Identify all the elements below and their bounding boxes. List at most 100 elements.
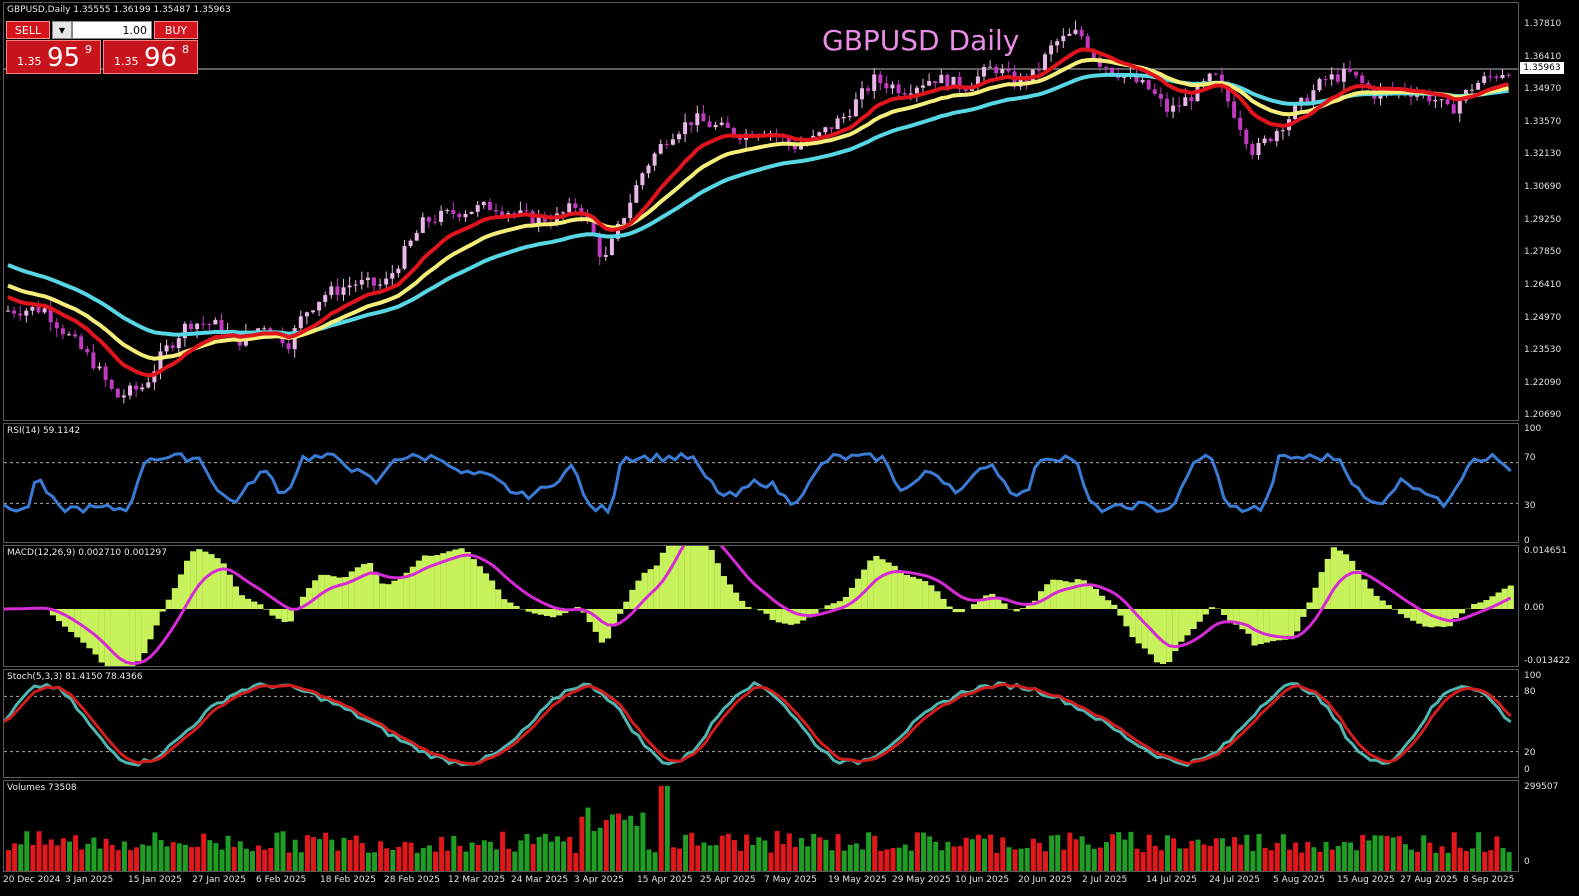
volume-bar [170, 842, 176, 871]
volume-bar [890, 848, 896, 871]
volume-bar [85, 843, 91, 871]
volume-bar [823, 839, 829, 871]
volume-bar [512, 851, 518, 871]
macd-histogram-bar [1361, 579, 1368, 609]
volume-chart [6, 786, 1512, 871]
volume-bar [237, 841, 243, 871]
macd-histogram-bar [1410, 609, 1417, 621]
volume-bar [1219, 838, 1225, 871]
candle-body [1152, 89, 1157, 94]
volume-bar [164, 846, 170, 871]
lot-size-input[interactable]: 1.00 [72, 21, 152, 39]
macd-histogram-bar [537, 609, 544, 615]
candle-body [1457, 100, 1462, 114]
candle-body [109, 379, 114, 389]
volume-bar [603, 820, 609, 871]
candle-body [652, 153, 657, 166]
candle-body [1250, 144, 1255, 156]
volume-bar [1415, 851, 1421, 871]
candle-body [1354, 71, 1359, 76]
volume-bar [414, 852, 420, 871]
macd-histogram-bar [165, 599, 172, 609]
rsi-pane[interactable]: RSI(14) 59.1142 [3, 423, 1519, 543]
buy-price-button[interactable]: 1.35 96 8 [103, 40, 198, 74]
date-tick: 15 Apr 2025 [637, 875, 693, 885]
volume-bar [762, 840, 768, 871]
macd-histogram-bar [135, 609, 142, 662]
candle-body [1158, 93, 1163, 99]
sell-price-button[interactable]: 1.35 95 9 [6, 40, 101, 74]
candle-body [646, 165, 651, 174]
price-pane[interactable]: GBPUSD,Daily 1.35555 1.36199 1.35487 1.3… [3, 2, 1519, 421]
stoch-axis-tick: 80 [1524, 687, 1536, 697]
candle-body [1335, 74, 1340, 82]
macd-pane[interactable]: MACD(12,26,9) 0.002710 0.001297 [3, 545, 1519, 667]
volume-pane[interactable]: Volumes 73508 [3, 780, 1519, 872]
volume-bar [1409, 849, 1414, 871]
candle-body [640, 173, 645, 186]
macd-histogram-bar [1190, 609, 1197, 629]
volume-bar [390, 849, 396, 871]
volume-bar [1250, 850, 1256, 871]
volume-bar [1494, 836, 1500, 871]
candle-body [1079, 29, 1084, 37]
macd-histogram-bar [171, 588, 178, 609]
price-axis-tick: 1.24970 [1524, 313, 1562, 323]
date-tick: 14 Jul 2025 [1146, 875, 1197, 885]
volume-bar [12, 843, 18, 871]
candle-body [365, 277, 370, 280]
volume-bar [701, 842, 707, 871]
macd-histogram-bar [592, 609, 599, 632]
candle-body [866, 88, 871, 91]
volume-bar [1049, 835, 1055, 871]
volume-bar [1171, 838, 1177, 871]
date-tick: 2 Jul 2025 [1082, 875, 1128, 885]
volume-bar [1110, 834, 1116, 871]
lot-dropdown-button[interactable]: ▼ [52, 21, 72, 39]
volume-bar [1238, 844, 1244, 871]
macd-histogram-bar [617, 609, 624, 614]
volume-bar [561, 841, 567, 871]
volume-bar [1073, 839, 1079, 871]
macd-histogram-bar [489, 580, 496, 609]
macd-histogram-bar [373, 573, 380, 609]
macd-histogram-bar [312, 580, 319, 609]
candle-body [567, 203, 572, 213]
date-tick: 24 Mar 2025 [511, 875, 569, 885]
candle-body [384, 278, 389, 285]
candle-body [445, 210, 450, 212]
volume-bar [1305, 842, 1311, 871]
macd-histogram-bar [1160, 609, 1167, 664]
macd-histogram-bar [952, 609, 959, 613]
sell-button[interactable]: SELL [6, 21, 50, 39]
candle-body [1244, 129, 1249, 145]
macd-histogram-bar [1367, 588, 1374, 609]
volume-bar [487, 841, 493, 871]
volume-bar [1287, 849, 1292, 871]
candle-body [457, 213, 462, 218]
candle-body [176, 338, 181, 349]
volume-bar [744, 834, 750, 871]
candle-body [1482, 76, 1487, 83]
buy-button[interactable]: BUY [154, 21, 198, 39]
volume-bar [1421, 835, 1427, 871]
volume-bar [786, 833, 792, 871]
volume-bar [658, 786, 664, 871]
macd-histogram-bar [775, 609, 782, 623]
macd-histogram-bar [1239, 609, 1246, 630]
macd-histogram-bar [726, 584, 734, 609]
volume-bar [951, 846, 957, 871]
stochastic-pane[interactable]: Stoch(5,3,3) 81.4150 78.4366 [3, 669, 1519, 778]
candle-body [433, 221, 437, 223]
candle-body [597, 235, 602, 257]
macd-histogram-bar [281, 609, 288, 623]
price-axis-tick: 1.27850 [1524, 247, 1562, 257]
candle-body [908, 93, 913, 95]
volume-bar [646, 849, 652, 871]
candle-body [628, 202, 633, 219]
candle-body [1494, 76, 1499, 79]
macd-histogram-bar [531, 609, 538, 614]
macd-histogram-bar [190, 551, 197, 609]
volume-bar [841, 850, 847, 871]
candle-body [1280, 130, 1285, 132]
